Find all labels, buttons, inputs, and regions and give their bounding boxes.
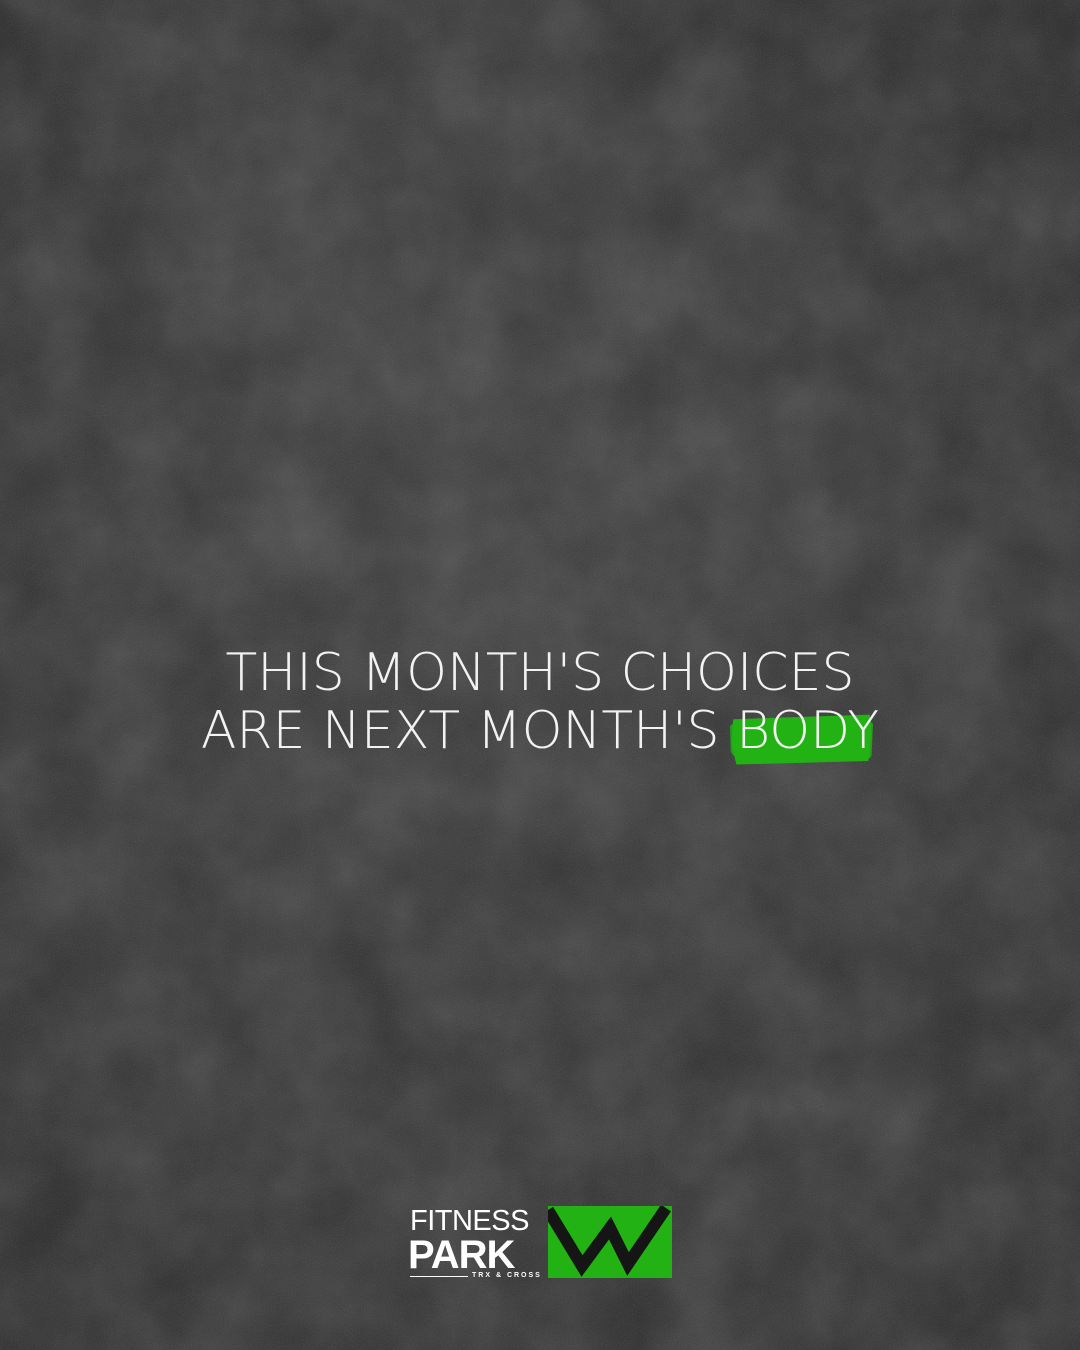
headline-line-2: ARE NEXT MONTH'S BODY [0,701,1080,765]
logo-tagline: TRX & CROSS [472,1272,542,1279]
highlight-word: BODY [730,701,880,765]
logo-line-1: FITNESS [410,1205,529,1237]
highlight-word-text: BODY [736,701,880,761]
headline-line-1: THIS MONTH'S CHOICES [225,643,855,703]
logo-divider [410,1276,468,1277]
green-chevron-w-icon [548,1206,672,1278]
fitness-park-logo: FITNESS PARK TRX & CROSS [408,1206,672,1280]
logo-line-2: PARK [408,1233,515,1277]
headline: THIS MONTH'S CHOICES ARE NEXT MONTH'S BO… [0,643,1080,765]
headline-line-2-text: ARE NEXT MONTH'S [200,701,737,761]
